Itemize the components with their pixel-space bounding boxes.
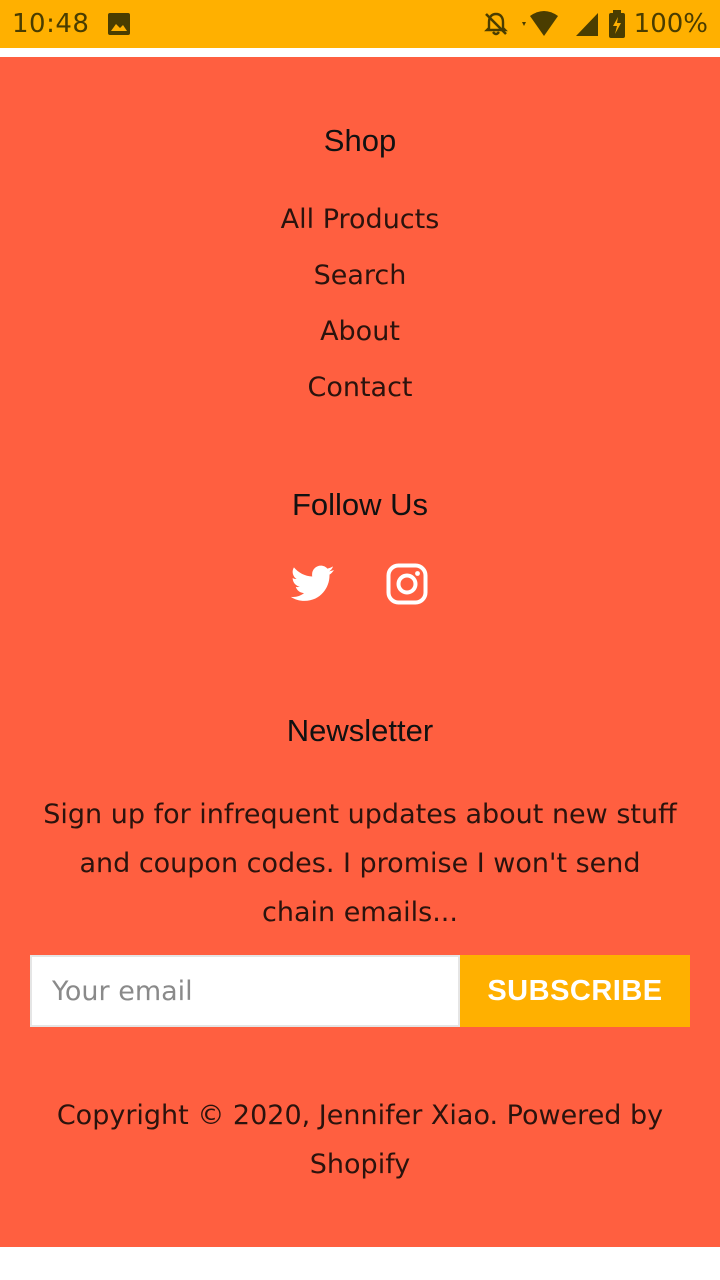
shop-heading: Shop xyxy=(323,123,397,158)
email-input[interactable] xyxy=(30,955,460,1027)
twitter-link[interactable] xyxy=(291,562,335,606)
instagram-icon xyxy=(386,563,428,605)
subscribe-button[interactable]: SUBSCRIBE xyxy=(460,955,690,1027)
image-notification-icon xyxy=(108,13,130,35)
alarm-off-icon xyxy=(483,12,508,36)
header-divider xyxy=(0,48,720,57)
wifi-icon xyxy=(521,11,558,36)
status-bar: 10:48 100% xyxy=(0,0,720,48)
footer-link-all-products[interactable]: All Products xyxy=(0,204,720,235)
footer-link-about[interactable]: About xyxy=(0,316,720,347)
status-icons: 100% xyxy=(482,8,708,40)
footer-link-contact[interactable]: Contact xyxy=(0,372,720,403)
battery-charging-icon xyxy=(608,10,625,38)
social-links xyxy=(0,562,720,606)
battery-percent: 100% xyxy=(633,9,708,39)
instagram-link[interactable] xyxy=(385,562,429,606)
site-footer: Shop All Products Search About Contact F… xyxy=(0,57,720,1247)
newsletter-description: Sign up for infrequent updates about new… xyxy=(43,799,677,928)
footer-link-search[interactable]: Search xyxy=(0,260,720,291)
cell-signal-icon xyxy=(575,13,598,36)
copyright-text: Copyright © 2020, Jennifer Xiao. Powered… xyxy=(56,1100,664,1180)
status-time: 10:48 xyxy=(12,9,90,39)
follow-us-heading: Follow Us xyxy=(291,487,429,522)
newsletter-heading: Newsletter xyxy=(286,713,434,748)
twitter-icon xyxy=(291,565,335,601)
